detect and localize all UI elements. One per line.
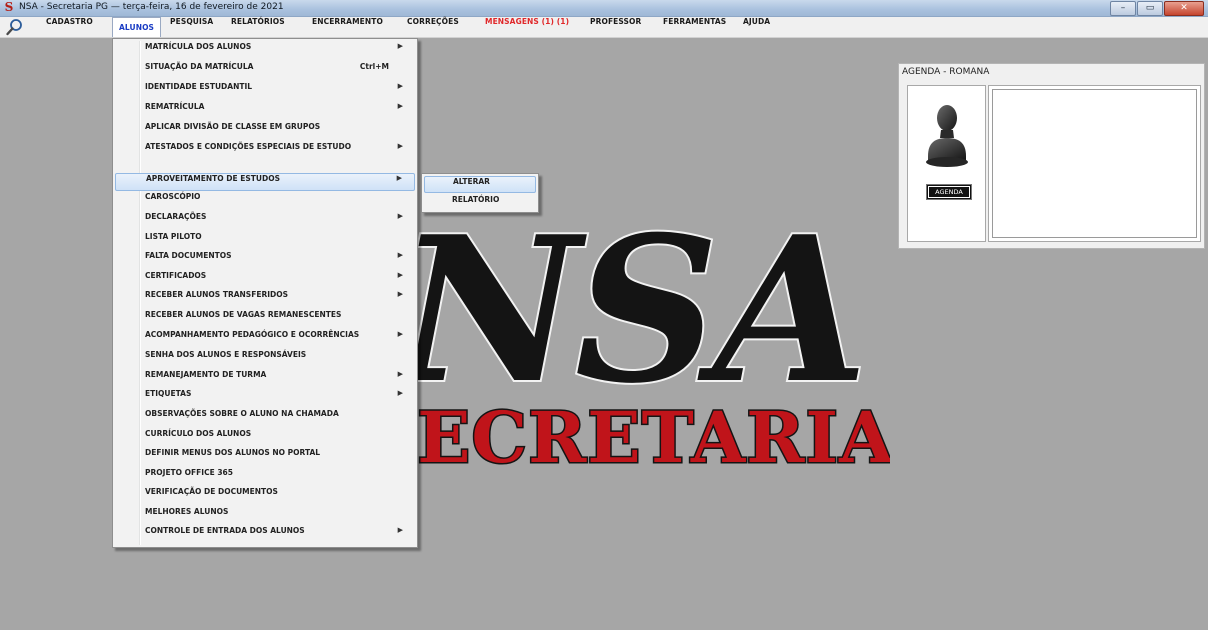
agenda-content-inner [992,89,1197,238]
menu-item-rematricula[interactable]: REMATRÍCULA ▶ [115,102,415,120]
menu-item-label: ATESTADOS E CONDIÇÕES ESPECIAIS DE ESTUD… [145,142,352,151]
menu-professor[interactable]: PROFESSOR [584,17,647,37]
menu-item-lista-piloto[interactable]: LISTA PILOTO [115,232,415,250]
menu-item-senha-dos-alunos[interactable]: SENHA DOS ALUNOS E RESPONSÁVEIS [115,350,415,368]
alunos-dropdown-menu: MATRÍCULA DOS ALUNOS ▶ SITUAÇÃO DA MATRÍ… [112,38,418,548]
menu-item-label: FALTA DOCUMENTOS [145,251,232,260]
submenu-arrow-icon: ▶ [397,330,403,338]
menu-item-curriculo-dos-alunos[interactable]: CURRÍCULO DOS ALUNOS [115,429,415,447]
search-icon[interactable] [5,18,25,36]
submenu-arrow-icon: ▶ [397,526,403,534]
menu-item-label: LISTA PILOTO [145,232,202,241]
menu-cadastro[interactable]: CADASTRO [40,17,99,37]
menu-item-label: ETIQUETAS [145,389,192,398]
menu-item-observacoes-sobre-o-aluno[interactable]: OBSERVAÇÕES SOBRE O ALUNO NA CHAMADA [115,409,415,427]
submenu-item-label: RELATÓRIO [452,195,500,204]
menu-item-aproveitamento-de-estudos[interactable]: APROVEITAMENTO DE ESTUDOS ▶ [115,173,415,191]
menu-item-controle-de-entrada[interactable]: CONTROLE DE ENTRADA DOS ALUNOS ▶ [115,526,415,544]
submenu-arrow-icon: ▶ [397,142,403,150]
menu-correcoes[interactable]: CORREÇÕES [401,17,465,37]
menu-item-definir-menus-portal[interactable]: DEFINIR MENUS DOS ALUNOS NO PORTAL [115,448,415,466]
menu-item-label: CAROSCÓPIO [145,192,201,201]
agenda-panel: AGENDA - ROMANA AGENDA [898,63,1205,249]
menu-alunos[interactable]: ALUNOS [112,17,162,37]
menu-ajuda[interactable]: AJUDA [737,17,776,37]
agenda-content-area[interactable] [988,85,1201,242]
menu-item-label: REMANEJAMENTO DE TURMA [145,370,267,379]
menu-shortcut: Ctrl+M [359,62,389,71]
menu-item-label: VERIFICAÇÃO DE DOCUMENTOS [145,487,278,496]
window-controls: – ▭ ✕ [1109,1,1204,16]
menu-item-label: APLICAR DIVISÃO DE CLASSE EM GRUPOS [145,122,321,131]
menu-item-label: SENHA DOS ALUNOS E RESPONSÁVEIS [145,350,307,359]
menu-item-label: CURRÍCULO DOS ALUNOS [145,429,252,438]
menu-item-label: DEFINIR MENUS DOS ALUNOS NO PORTAL [145,448,321,457]
menu-item-label: CONTROLE DE ENTRADA DOS ALUNOS [145,526,305,535]
menu-item-label: DECLARAÇÕES [145,212,207,221]
menu-item-label: ACOMPANHAMENTO PEDAGÓGICO E OCORRÊNCIAS [145,330,360,339]
submenu-item-alterar[interactable]: ALTERAR [424,176,536,193]
menu-item-declaracoes[interactable]: DECLARAÇÕES ▶ [115,212,415,230]
window-title: NSA - Secretaria PG — terça-feira, 16 de… [19,2,284,12]
menu-item-etiquetas[interactable]: ETIQUETAS ▶ [115,389,415,407]
maximize-button[interactable]: ▭ [1137,1,1163,16]
menu-item-label: SITUAÇÃO DA MATRÍCULA [145,62,254,71]
submenu-arrow-icon: ▶ [397,389,403,397]
menu-item-label: OBSERVAÇÕES SOBRE O ALUNO NA CHAMADA [145,409,339,418]
menu-bar: CADASTRO ALUNOS PESQUISA RELATÓRIOS ENCE… [0,17,1208,38]
submenu-arrow-icon: ▶ [397,102,403,110]
menu-item-certificados[interactable]: CERTIFICADOS ▶ [115,271,415,289]
submenu-arrow-icon: ▶ [397,271,403,279]
menu-item-caroscopio[interactable]: CAROSCÓPIO [115,192,415,210]
menu-item-matricula-dos-alunos[interactable]: MATRÍCULA DOS ALUNOS ▶ [115,42,415,60]
close-button[interactable]: ✕ [1164,1,1204,16]
menu-item-label: CERTIFICADOS [145,271,207,280]
menu-ferramentas[interactable]: FERRAMENTAS [657,17,732,37]
menu-item-situacao-da-matricula[interactable]: SITUAÇÃO DA MATRÍCULA Ctrl+M [115,62,415,80]
menu-item-projeto-office-365[interactable]: PROJETO OFFICE 365 [115,468,415,486]
submenu-arrow-icon: ▶ [397,251,403,259]
menu-item-melhores-alunos[interactable]: MELHORES ALUNOS [115,507,415,525]
user-avatar-icon [926,105,968,167]
submenu-item-relatorio[interactable]: RELATÓRIO [424,195,536,212]
menu-item-receber-alunos-transferidos[interactable]: RECEBER ALUNOS TRANSFERIDOS ▶ [115,290,415,308]
menu-pesquisa[interactable]: PESQUISA [164,17,219,37]
app-logo-icon: S [4,0,14,14]
menu-item-remanejamento-de-turma[interactable]: REMANEJAMENTO DE TURMA ▶ [115,370,415,388]
submenu-arrow-icon: ▶ [397,42,403,50]
aproveitamento-submenu: ALTERAR RELATÓRIO [421,173,539,213]
menu-item-acompanhamento-pedagogico[interactable]: ACOMPANHAMENTO PEDAGÓGICO E OCORRÊNCIAS … [115,330,415,348]
menu-item-label: PROJETO OFFICE 365 [145,468,233,477]
logo-sub-text: SECRETARIA [366,396,890,479]
agenda-photo-box: AGENDA [907,85,986,242]
submenu-arrow-icon: ▶ [397,370,403,378]
menu-item-label: APROVEITAMENTO DE ESTUDOS [146,174,280,183]
menu-item-atestados-e-condicoes[interactable]: ATESTADOS E CONDIÇÕES ESPECIAIS DE ESTUD… [115,142,415,160]
menu-mensagens[interactable]: MENSAGENS (1) (1) [479,17,575,37]
agenda-title: AGENDA - ROMANA [902,67,990,77]
menu-item-falta-documentos[interactable]: FALTA DOCUMENTOS ▶ [115,251,415,269]
menu-item-aplicar-divisao-de-classe[interactable]: APLICAR DIVISÃO DE CLASSE EM GRUPOS [115,122,415,140]
submenu-arrow-icon: ▶ [397,290,403,298]
menu-relatorios[interactable]: RELATÓRIOS [225,17,291,37]
submenu-arrow-icon: ▶ [397,212,403,220]
title-bar: S NSA - Secretaria PG — terça-feira, 16 … [0,0,1208,17]
menu-item-receber-alunos-vagas[interactable]: RECEBER ALUNOS DE VAGAS REMANESCENTES [115,310,415,328]
menu-item-label: MELHORES ALUNOS [145,507,229,516]
minimize-button[interactable]: – [1110,1,1136,16]
menu-item-label: REMATRÍCULA [145,102,205,111]
agenda-button[interactable]: AGENDA [926,184,972,200]
menu-item-label: MATRÍCULA DOS ALUNOS [145,42,252,51]
menu-encerramento[interactable]: ENCERRAMENTO [306,17,389,37]
submenu-arrow-icon: ▶ [397,82,403,90]
menu-item-label: RECEBER ALUNOS DE VAGAS REMANESCENTES [145,310,342,319]
submenu-item-label: ALTERAR [453,177,490,186]
menu-item-label: RECEBER ALUNOS TRANSFERIDOS [145,290,289,299]
menu-item-identidade-estudantil[interactable]: IDENTIDADE ESTUDANTIL ▶ [115,82,415,100]
menu-item-verificacao-de-documentos[interactable]: VERIFICAÇÃO DE DOCUMENTOS [115,487,415,505]
menu-item-label: IDENTIDADE ESTUDANTIL [145,82,253,91]
submenu-arrow-icon: ▶ [396,174,402,182]
